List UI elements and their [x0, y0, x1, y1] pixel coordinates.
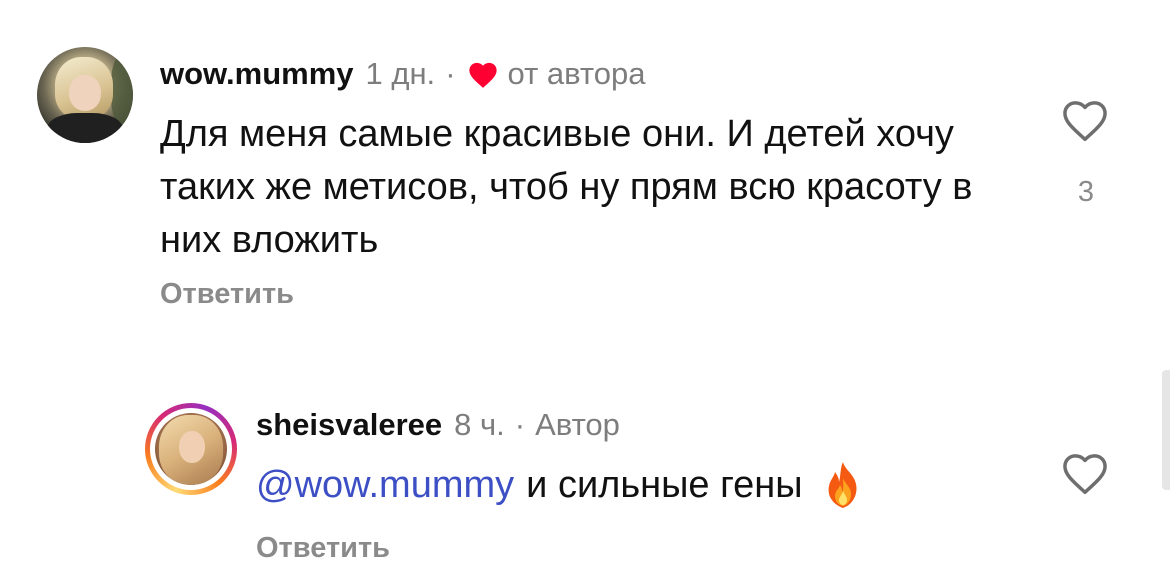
liked-by-author-label: от автора — [507, 56, 646, 91]
separator-dot: · — [514, 407, 526, 442]
reply-button[interactable]: Ответить — [160, 278, 294, 311]
comment-header: wow.mummy 1 дн. · от автора — [160, 54, 646, 94]
comment-body: и сильные гены — [526, 464, 803, 506]
like-heart-icon[interactable] — [1058, 95, 1112, 143]
comment-header: sheisvaleree 8 ч. · Автор — [256, 405, 620, 445]
author-badge: Автор — [535, 407, 620, 442]
reply-button[interactable]: Ответить — [256, 532, 390, 565]
story-ring[interactable] — [145, 403, 237, 495]
comment-username[interactable]: sheisvaleree — [256, 407, 442, 443]
like-count: 3 — [1077, 176, 1095, 208]
mention-link[interactable]: @wow.mummy — [256, 461, 514, 509]
fire-emoji-icon — [821, 460, 865, 510]
comment-text: @wow.mummy и сильные гены — [256, 460, 865, 510]
heart-filled-icon — [466, 59, 500, 89]
scrollbar[interactable] — [1162, 370, 1170, 490]
comment-timestamp: 8 ч. — [454, 407, 505, 442]
commenter-avatar[interactable] — [37, 47, 133, 143]
comment-text: Для меня самые красивые они. И детей хоч… — [160, 113, 973, 261]
author-avatar — [155, 413, 227, 485]
comment-timestamp: 1 дн. — [365, 56, 436, 91]
like-heart-icon[interactable] — [1058, 448, 1112, 496]
separator-dot: · — [445, 56, 456, 91]
comment-username[interactable]: wow.mummy — [160, 56, 354, 92]
